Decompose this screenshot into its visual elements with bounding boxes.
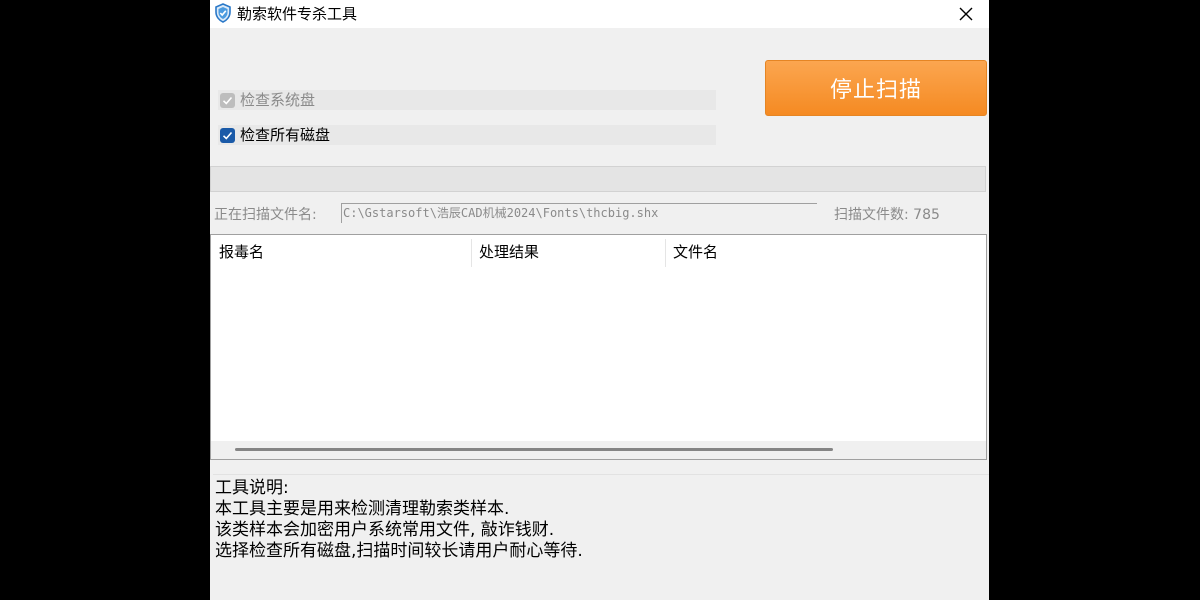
close-button[interactable] [943,0,989,28]
shield-icon [215,3,231,23]
stop-scan-button[interactable]: 停止扫描 [765,60,987,116]
description-line: 选择检查所有磁盘,扫描时间较长请用户耐心等待. [215,541,583,561]
check-system-disk-label: 检查系统盘 [240,91,316,109]
horizontal-scrollbar[interactable] [211,441,986,459]
column-header-file-name[interactable]: 文件名 [665,235,965,269]
check-all-disks-label: 检查所有磁盘 [240,126,331,144]
scrollbar-thumb[interactable] [235,448,833,451]
check-system-disk-option: 检查系统盘 [218,90,716,110]
check-all-disks-option: 检查所有磁盘 [218,125,716,145]
tool-description: 工具说明: 本工具主要是用来检测清理勒索类样本. 该类样本会加密用户系统常用文件… [213,474,989,588]
column-header-result[interactable]: 处理结果 [471,235,665,269]
check-all-disks-checkbox[interactable] [220,127,235,143]
title-bar[interactable]: 勒索软件专杀工具 [210,0,989,28]
check-system-disk-checkbox[interactable] [220,92,235,108]
close-icon [959,7,973,21]
scanning-file-label: 正在扫描文件名: [214,207,317,223]
column-header-virus-name[interactable]: 报毒名 [211,235,471,269]
results-table[interactable]: 报毒名 处理结果 文件名 [210,234,987,460]
app-window: 勒索软件专杀工具 检查系统盘 检查所有磁盘 停止扫描 正在扫描文件名: C:\G… [210,0,989,600]
window-title: 勒索软件专杀工具 [237,5,358,23]
checkmark-icon [222,131,233,140]
scanned-file-count: 扫描文件数: 785 [834,207,940,223]
description-line: 本工具主要是用来检测清理勒索类样本. [215,499,510,519]
description-line: 工具说明: [215,478,289,498]
main-content: 检查系统盘 检查所有磁盘 停止扫描 正在扫描文件名: C:\Gstarsoft\… [210,28,989,600]
scan-progress-bar [210,166,986,192]
description-line: 该类样本会加密用户系统常用文件, 敲诈钱财. [215,520,555,540]
table-header: 报毒名 处理结果 文件名 [211,235,986,269]
checkmark-icon [222,96,233,105]
current-file-path: C:\Gstarsoft\浩辰CAD机械2024\Fonts\thcbig.sh… [341,203,817,223]
